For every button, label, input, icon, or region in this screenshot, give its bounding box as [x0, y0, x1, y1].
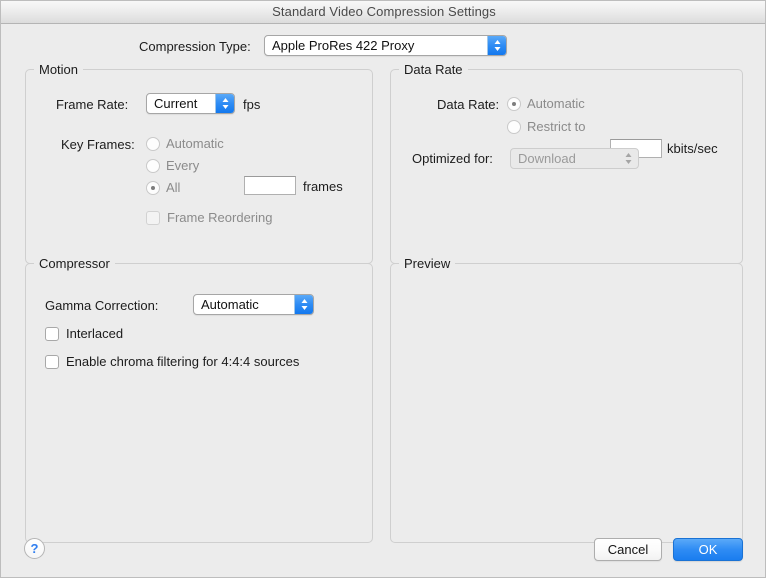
radio-indicator — [507, 96, 521, 111]
compression-type-label: Compression Type: — [139, 39, 251, 54]
interlaced-label: Interlaced — [66, 326, 124, 341]
radio-indicator — [507, 119, 521, 134]
gamma-correction-value: Automatic — [201, 297, 259, 312]
radio-indicator — [146, 136, 160, 151]
kbits-unit-label: kbits/sec — [667, 141, 718, 156]
help-button[interactable]: ? — [24, 538, 45, 559]
compression-type-popup[interactable]: Apple ProRes 422 Proxy — [264, 35, 507, 56]
chevron-updown-icon — [619, 149, 638, 168]
chevron-updown-icon — [215, 94, 234, 113]
gamma-correction-label: Gamma Correction: — [45, 298, 159, 313]
checkbox-indicator — [45, 354, 59, 369]
preview-group-title: Preview — [399, 256, 456, 271]
preview-group: Preview — [390, 256, 743, 543]
compression-settings-dialog: Standard Video Compression Settings Comp… — [0, 0, 766, 578]
chroma-filtering-label: Enable chroma filtering for 4:4:4 source… — [66, 354, 300, 369]
key-frames-all-label: All — [166, 180, 181, 195]
key-frames-label: Key Frames: — [61, 137, 135, 152]
frame-reordering-label: Frame Reordering — [167, 210, 273, 225]
chevron-updown-icon — [294, 295, 313, 314]
data-rate-restrict-label: Restrict to — [527, 119, 586, 134]
data-rate-radio-restrict[interactable]: Restrict to — [507, 119, 586, 134]
frame-rate-label: Frame Rate: — [56, 97, 129, 112]
compressor-group-title: Compressor — [34, 256, 115, 271]
frames-unit-label: frames — [303, 179, 343, 194]
optimized-for-value: Download — [518, 151, 576, 166]
checkbox-indicator — [146, 210, 160, 225]
motion-group-title: Motion — [34, 62, 84, 77]
frame-reordering-checkbox[interactable]: Frame Reordering — [146, 210, 273, 225]
key-frames-automatic-label: Automatic — [166, 136, 224, 151]
key-frames-radio-every[interactable]: Every — [146, 158, 199, 173]
gamma-correction-popup[interactable]: Automatic — [193, 294, 314, 315]
radio-indicator — [146, 158, 160, 173]
optimized-for-label: Optimized for: — [412, 151, 493, 166]
data-rate-label: Data Rate: — [437, 97, 500, 112]
compression-type-value: Apple ProRes 422 Proxy — [272, 38, 415, 53]
optimized-for-popup[interactable]: Download — [510, 148, 639, 169]
chevron-updown-icon — [487, 36, 506, 55]
interlaced-checkbox[interactable]: Interlaced — [45, 326, 123, 341]
cancel-button[interactable]: Cancel — [594, 538, 662, 561]
fps-unit-label: fps — [243, 97, 261, 112]
key-frames-radio-automatic[interactable]: Automatic — [146, 136, 224, 151]
radio-indicator — [146, 180, 160, 195]
data-rate-group-title: Data Rate — [399, 62, 468, 77]
frame-rate-popup[interactable]: Current — [146, 93, 235, 114]
data-rate-automatic-label: Automatic — [527, 96, 585, 111]
key-frames-every-label: Every — [166, 158, 200, 173]
window-title: Standard Video Compression Settings — [272, 4, 496, 19]
key-frames-every-input[interactable] — [244, 176, 296, 195]
chroma-filtering-checkbox[interactable]: Enable chroma filtering for 4:4:4 source… — [45, 354, 299, 369]
frame-rate-value: Current — [154, 96, 198, 111]
dialog-content: Compression Type: Apple ProRes 422 Proxy… — [1, 24, 765, 577]
data-rate-radio-automatic[interactable]: Automatic — [507, 96, 585, 111]
ok-button[interactable]: OK — [673, 538, 743, 561]
key-frames-radio-all[interactable]: All — [146, 180, 180, 195]
checkbox-indicator — [45, 326, 59, 341]
window-titlebar: Standard Video Compression Settings — [1, 1, 765, 24]
